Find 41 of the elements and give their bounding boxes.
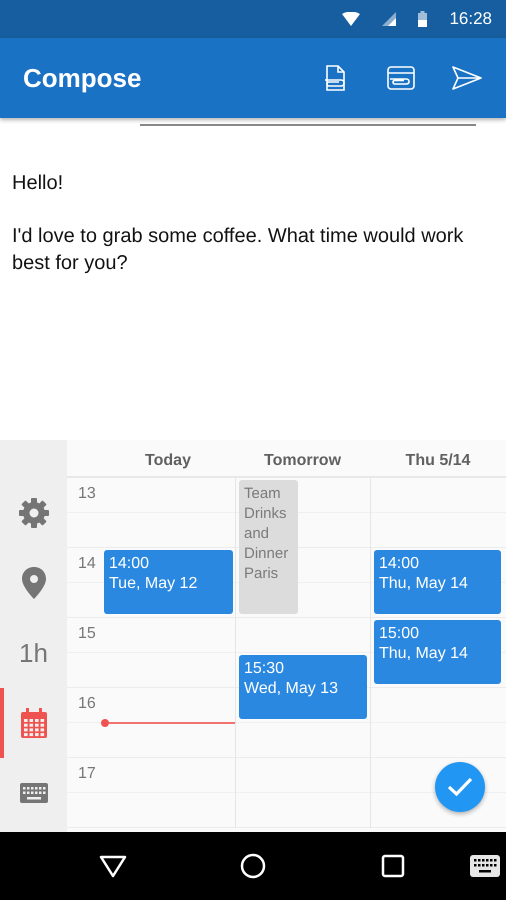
gear-icon [18, 498, 48, 528]
battery-icon [418, 11, 428, 27]
status-time: 16:28 [449, 9, 492, 29]
file-clip-icon [323, 65, 347, 91]
slot-time: 15:00 [379, 624, 420, 644]
hour-label: 13 [78, 485, 96, 503]
sidebar-item[interactable]: 1h [0, 618, 67, 688]
calendar-icon [20, 708, 46, 738]
checkmark-icon [447, 777, 473, 797]
busy-event[interactable]: Team Drinks and Dinner Paris [239, 480, 298, 614]
slot-date: Tue, May 12 [109, 574, 198, 594]
calendar-clip-icon [387, 65, 415, 91]
day-header: Thu 5/14 [404, 451, 472, 471]
triangle-icon [99, 854, 127, 878]
event-title: Team Drinks and Dinner Paris [244, 484, 290, 584]
hour-label: 17 [78, 765, 96, 783]
hour-label: 15 [78, 625, 96, 643]
slot-time: 15:30 [244, 659, 286, 679]
message-body-field[interactable]: Hello! I'd love to grab some coffee. What time would work best for you? [0, 126, 506, 277]
time-slot[interactable]: 15:30 Wed, May 13 [239, 655, 367, 719]
screen-title: Compose [23, 62, 142, 94]
map-pin-icon [22, 567, 46, 599]
day-header: Tomorrow [262, 451, 342, 471]
hour-label: 16 [78, 695, 96, 713]
slot-time: 14:00 [379, 554, 420, 574]
time-slot[interactable]: 14:00 Tue, May 12 [104, 550, 233, 614]
hour-label: 14 [78, 555, 96, 573]
signal-icon [382, 12, 396, 26]
circle-icon [240, 853, 266, 879]
slot-date: Thu, May 14 [379, 644, 469, 664]
day-header: Today [144, 451, 192, 471]
wifi-icon [342, 12, 360, 26]
square-icon [381, 854, 405, 878]
send-icon [452, 66, 482, 90]
slot-date: Thu, May 14 [379, 574, 469, 594]
keyboard-icon [20, 783, 48, 803]
slot-time: 14:00 [109, 554, 150, 574]
keyboard-icon [470, 855, 500, 877]
time-slot[interactable]: 14:00 Thu, May 14 [374, 550, 501, 614]
slot-date: Wed, May 13 [244, 679, 339, 699]
time-slot[interactable]: 15:00 Thu, May 14 [374, 620, 501, 684]
